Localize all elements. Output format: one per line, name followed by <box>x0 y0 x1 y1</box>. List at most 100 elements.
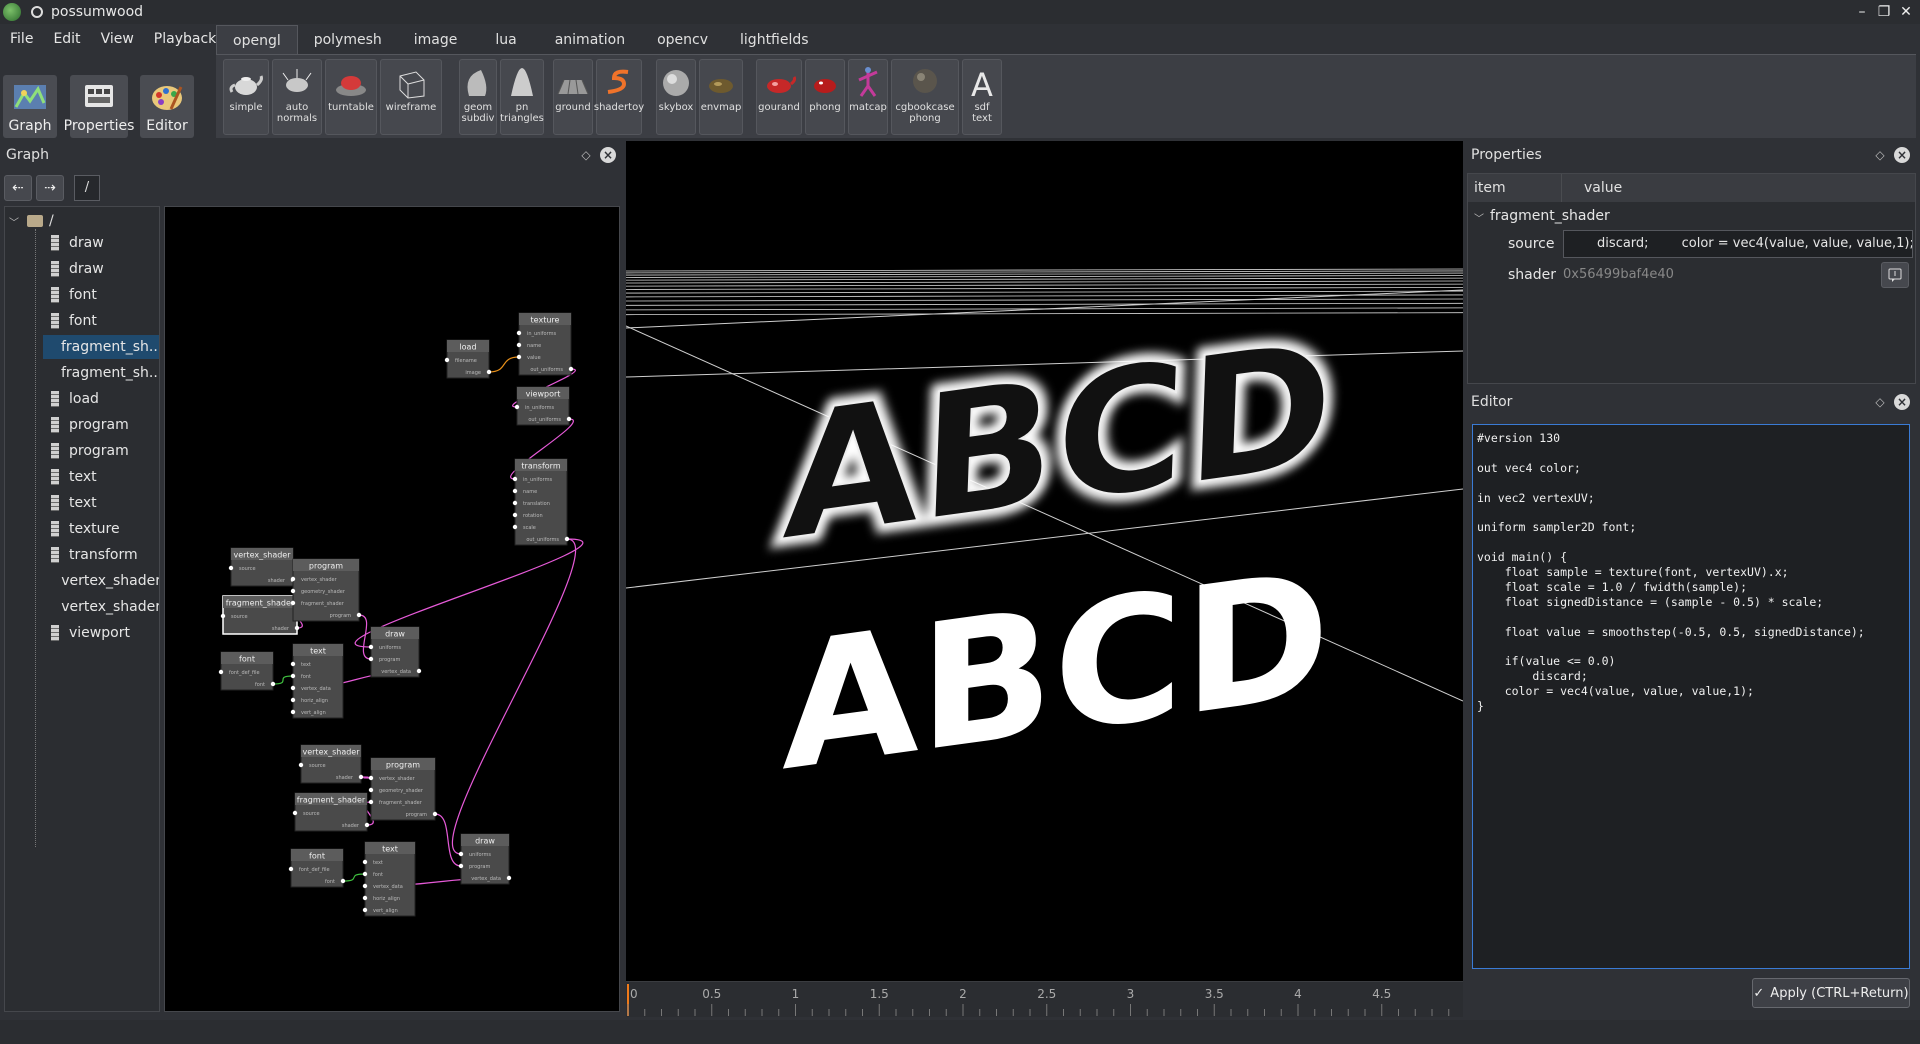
graph-node[interactable]: transform in_uniformsname translation rotat… <box>512 458 570 546</box>
node-port[interactable] <box>292 810 298 816</box>
tab-animation[interactable]: animation <box>539 25 641 55</box>
graph-node[interactable]: draw uniforms program vertex_data <box>458 833 512 885</box>
node-port[interactable] <box>362 907 368 913</box>
tool-turntable[interactable]: turntable <box>325 59 377 135</box>
timeline[interactable]: 0 0.5 1 1.5 2 2.5 3 3.5 4 4.5 <box>626 981 1463 1017</box>
node-port[interactable] <box>218 669 224 675</box>
graph-node[interactable]: load filename image <box>444 339 492 379</box>
path-root-button[interactable]: / <box>74 175 100 201</box>
source-field[interactable]: discard; color = vec4(value, value, valu… <box>1563 230 1913 258</box>
tree-item[interactable]: program <box>43 413 159 437</box>
node-port[interactable] <box>566 416 572 422</box>
minimize-icon[interactable]: – <box>1852 2 1872 22</box>
node-port[interactable] <box>444 357 450 363</box>
node-port[interactable] <box>564 536 570 542</box>
tool-gourand[interactable]: gourand <box>756 59 802 135</box>
tool-ground[interactable]: ground <box>553 59 593 135</box>
shader-code-editor[interactable]: #version 130 out vec4 color; in vec2 verte… <box>1472 424 1910 969</box>
graph-node[interactable]: program vertex_shader geometry_shaderfragm… <box>368 757 438 821</box>
node-port[interactable] <box>290 697 296 703</box>
tree-item[interactable]: texture <box>43 517 159 541</box>
chevron-down-icon[interactable]: ﹀ <box>9 214 19 229</box>
node-port[interactable] <box>290 576 296 582</box>
back-arrow-icon[interactable]: ⇠ <box>4 175 32 201</box>
tool-shadertoy[interactable]: shadertoy <box>594 59 644 135</box>
tab-lua[interactable]: lua <box>473 25 538 55</box>
node-port[interactable] <box>368 787 374 793</box>
graph-node[interactable]: viewport in_uniforms out_uniforms <box>514 386 572 426</box>
maximize-icon[interactable]: ❐ <box>1874 2 1894 22</box>
graph-node[interactable]: program vertex_shader geometry_shaderfragm… <box>290 558 362 622</box>
tool-simple[interactable]: simple <box>223 59 269 135</box>
menu-file[interactable]: File <box>0 31 43 47</box>
graph-node[interactable]: draw uniforms program vertex_data <box>368 626 422 678</box>
editor-dock-button[interactable]: Editor <box>140 75 194 138</box>
node-port[interactable] <box>368 656 374 662</box>
node-port[interactable] <box>356 612 362 618</box>
tool-wireframe[interactable]: wireframe <box>380 59 442 135</box>
node-port[interactable] <box>290 661 296 667</box>
column-item[interactable]: item <box>1468 174 1562 202</box>
node-port[interactable] <box>298 762 304 768</box>
close-dock-icon[interactable]: × <box>1894 147 1910 163</box>
graph-node[interactable]: texture in_uniformsname value out_uniforms <box>516 312 574 376</box>
tree-item[interactable]: vertex_shader <box>43 569 159 593</box>
node-port[interactable] <box>368 799 374 805</box>
node-port[interactable] <box>288 866 294 872</box>
forward-arrow-icon[interactable]: ⇢ <box>36 175 64 201</box>
tree-item[interactable]: fragment_sh... <box>43 335 159 359</box>
tool-skybox[interactable]: skybox <box>656 59 696 135</box>
node-port[interactable] <box>294 625 300 631</box>
node-port[interactable] <box>340 878 346 884</box>
pin-icon[interactable] <box>31 6 43 18</box>
3d-viewport[interactable]: ABCD ABCD ABCD <box>626 141 1463 981</box>
node-port[interactable] <box>432 811 438 817</box>
properties-dock-button[interactable]: Properties <box>64 75 134 138</box>
tab-lightfields[interactable]: lightfields <box>724 25 825 55</box>
tool-phong[interactable]: phong <box>805 59 845 135</box>
node-port[interactable] <box>416 668 422 674</box>
float-dock-icon[interactable]: ◇ <box>1872 147 1888 163</box>
tree-item[interactable]: vertex_shader <box>43 595 159 619</box>
float-dock-icon[interactable]: ◇ <box>578 147 594 163</box>
node-port[interactable] <box>358 774 364 780</box>
close-dock-icon[interactable]: × <box>1894 394 1910 410</box>
tool-matcap[interactable]: matcap <box>848 59 888 135</box>
node-port[interactable] <box>368 644 374 650</box>
menu-view[interactable]: View <box>91 31 144 47</box>
tool-pn-triangles[interactable]: pn triangles <box>500 59 544 135</box>
node-port[interactable] <box>568 366 574 372</box>
node-port[interactable] <box>362 883 368 889</box>
node-port[interactable] <box>506 875 512 881</box>
edit-comment-button[interactable] <box>1881 262 1909 288</box>
graph-node[interactable]: vertex_shadersource shader <box>228 547 296 587</box>
node-port[interactable] <box>220 613 226 619</box>
graph-node[interactable]: vertex_shadersource shader <box>298 744 364 784</box>
node-port[interactable] <box>512 476 518 482</box>
menu-playback[interactable]: Playback <box>144 31 226 47</box>
tree-item[interactable]: transform <box>43 543 159 567</box>
node-port[interactable] <box>290 600 296 606</box>
menu-edit[interactable]: Edit <box>43 31 90 47</box>
apply-button[interactable]: ✓ Apply (CTRL+Return) <box>1752 978 1910 1008</box>
node-port[interactable] <box>512 488 518 494</box>
node-port[interactable] <box>512 512 518 518</box>
tab-opencv[interactable]: opencv <box>641 25 724 55</box>
node-port[interactable] <box>514 404 520 410</box>
float-dock-icon[interactable]: ◇ <box>1872 394 1888 410</box>
node-port[interactable] <box>516 342 522 348</box>
node-port[interactable] <box>362 895 368 901</box>
graph-node[interactable]: text text font vertex_data horiz_align vert_a… <box>362 841 416 917</box>
close-window-icon[interactable]: ✕ <box>1896 2 1916 22</box>
node-port[interactable] <box>458 863 464 869</box>
close-dock-icon[interactable]: × <box>600 147 616 163</box>
tree-item[interactable]: text <box>43 491 159 515</box>
group-fragment-shader[interactable]: fragment_shader <box>1490 208 1610 224</box>
tab-polymesh[interactable]: polymesh <box>298 25 398 55</box>
node-port[interactable] <box>270 681 276 687</box>
tool-auto-normals[interactable]: auto normals <box>272 59 322 135</box>
graph-node[interactable]: fragment_shadersource shader <box>292 792 370 832</box>
node-port[interactable] <box>368 775 374 781</box>
graph-node[interactable]: fontfont_def_filefont <box>288 848 346 888</box>
chevron-down-icon[interactable]: ﹀ <box>1474 210 1484 225</box>
